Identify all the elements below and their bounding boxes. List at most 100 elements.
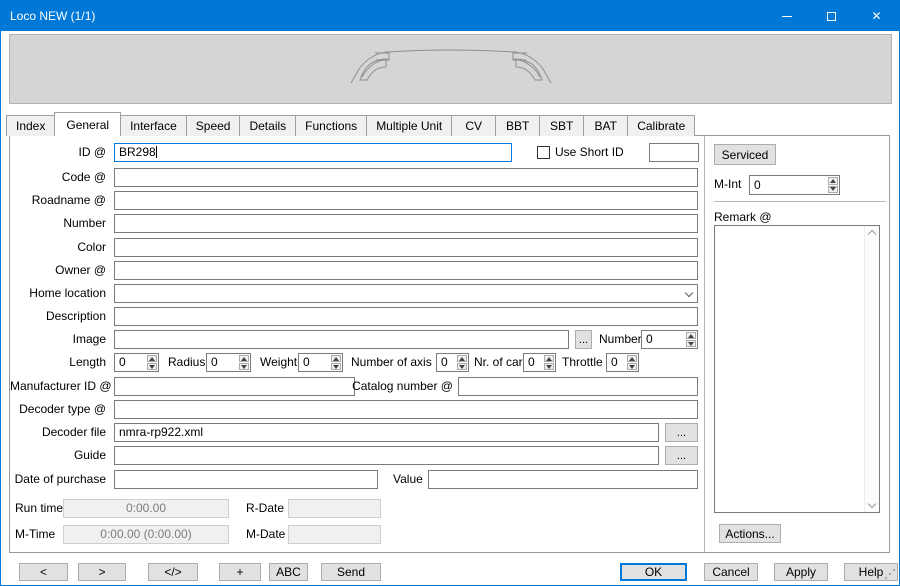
title-bar: Loco NEW (1/1) ✕ [1,1,899,31]
run-time-label: Run time [15,499,63,518]
spin-down-button[interactable] [544,363,554,370]
length-spinner[interactable]: 0 [114,353,159,372]
apply-button[interactable]: Apply [774,563,828,581]
tab-functions[interactable]: Functions [295,115,367,136]
owner-label: Owner @ [10,261,106,280]
minimize-icon [782,16,792,17]
cancel-button[interactable]: Cancel [704,563,758,581]
weight-label: Weight [260,353,297,372]
spin-up-button[interactable] [627,355,637,362]
tab-sbt[interactable]: SBT [539,115,584,136]
general-tab-panel: ID @ BR298 Use Short ID Code @ Roadname … [9,135,890,553]
home-location-select[interactable] [114,284,698,303]
axis-spinner[interactable]: 0 [436,353,469,372]
code-label: Code @ [10,168,106,187]
next-loco-button[interactable]: > [78,563,126,581]
spin-up-button[interactable] [239,355,249,362]
spin-down-button[interactable] [147,363,157,370]
spin-down-button[interactable] [239,363,249,370]
tab-interface[interactable]: Interface [120,115,187,136]
spin-down-button[interactable] [828,186,838,194]
image-browse-button[interactable]: ... [575,330,592,349]
radius-spinner[interactable]: 0 [206,353,251,372]
manufacturer-input[interactable] [114,377,355,396]
value-label: Value [393,470,423,489]
throttle-spinner[interactable]: 0 [606,353,639,372]
decoder-type-input[interactable] [114,400,698,419]
spin-up-button[interactable] [457,355,467,362]
minimize-button[interactable] [764,1,809,31]
description-input[interactable] [114,307,698,326]
previous-loco-button[interactable]: < [19,563,68,581]
image-input[interactable] [114,330,569,349]
number-input[interactable] [114,214,698,233]
help-button[interactable]: Help [844,563,898,581]
code-input[interactable] [114,168,698,187]
spin-down-button[interactable] [331,363,341,370]
maximize-button[interactable] [809,1,854,31]
ok-button[interactable]: OK [620,563,687,581]
panel-divider [704,136,705,552]
tab-index[interactable]: Index [6,115,55,136]
spin-up-button[interactable] [331,355,341,362]
color-input[interactable] [114,238,698,257]
roadname-input[interactable] [114,191,698,210]
decoder-file-browse-button[interactable]: ... [665,423,698,442]
abc-sort-button[interactable]: ABC [269,563,308,581]
weight-spinner[interactable]: 0 [298,353,343,372]
close-icon: ✕ [871,9,881,23]
spin-down-button[interactable] [627,363,637,370]
scroll-down-icon[interactable] [868,500,876,508]
remark-scrollbar[interactable] [864,226,879,512]
short-id-input[interactable] [649,143,699,162]
guide-label: Guide [10,446,106,465]
owner-input[interactable] [114,261,698,280]
tab-bbt[interactable]: BBT [495,115,540,136]
decoder-file-label: Decoder file [10,423,106,442]
tab-details[interactable]: Details [239,115,296,136]
tab-speed[interactable]: Speed [186,115,241,136]
tab-cv[interactable]: CV [451,115,496,136]
purchase-date-input[interactable] [114,470,378,489]
guide-input[interactable] [114,446,659,465]
send-button[interactable]: Send [321,563,381,581]
tab-bat[interactable]: BAT [583,115,628,136]
actions-button[interactable]: Actions... [719,524,781,543]
m-int-spinner[interactable]: 0 [749,175,840,195]
tab-bar: Index General Interface Speed Details Fu… [6,112,694,136]
m-date-label: M-Date [246,525,282,544]
tab-multiple-unit[interactable]: Multiple Unit [366,115,452,136]
spin-down-button[interactable] [457,363,467,370]
home-location-label: Home location [10,284,106,303]
spin-up-button[interactable] [828,177,838,185]
tab-general[interactable]: General [54,112,121,136]
remark-textarea[interactable] [714,225,880,513]
right-panel-divider [714,201,886,202]
number-label: Number [10,214,106,233]
spin-up-button[interactable] [147,355,157,362]
decoder-file-input[interactable]: nmra-rp922.xml [114,423,659,442]
spin-up-button[interactable] [686,332,696,339]
spin-up-button[interactable] [544,355,554,362]
add-button[interactable]: + [219,563,261,581]
r-date-label: R-Date [246,499,282,518]
serviced-button[interactable]: Serviced [714,144,776,165]
length-label: Length [10,353,106,372]
use-short-id-checkbox[interactable] [537,146,550,159]
tab-calibrate[interactable]: Calibrate [627,115,695,136]
xml-view-button[interactable]: </> [148,563,198,581]
scroll-up-icon[interactable] [868,230,876,238]
resize-grip-icon[interactable] [885,577,887,579]
catalog-input[interactable] [458,377,698,396]
id-input[interactable]: BR298 [114,143,512,162]
use-short-id-label: Use Short ID [555,143,624,162]
guide-browse-button[interactable]: ... [665,446,698,465]
value-input[interactable] [428,470,698,489]
cars-spinner[interactable]: 0 [523,353,556,372]
close-button[interactable]: ✕ [854,1,899,31]
cars-label: Nr. of cars [474,353,529,372]
image-number-spinner[interactable]: 0 [641,330,698,349]
window-controls: ✕ [764,1,899,31]
spin-down-button[interactable] [686,340,696,347]
r-date-field [288,499,381,518]
